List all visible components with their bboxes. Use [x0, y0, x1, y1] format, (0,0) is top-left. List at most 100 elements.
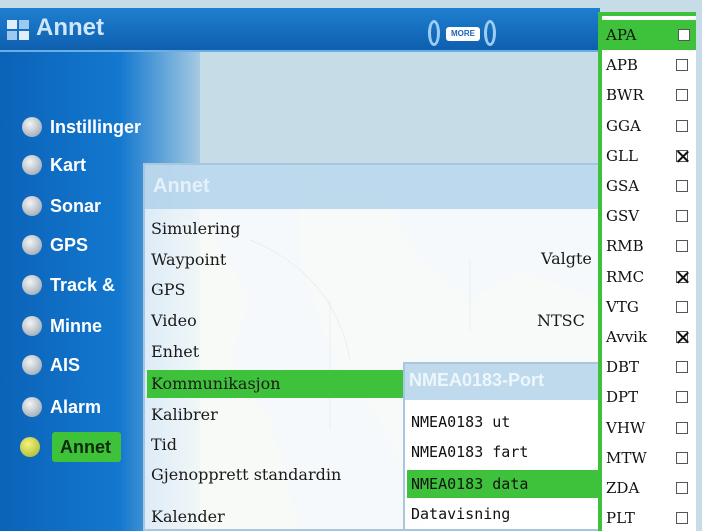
menu-item-label: AIS [50, 354, 81, 375]
sentence-item-apa[interactable]: APA [602, 20, 696, 50]
alarm-icon [22, 397, 42, 417]
settings-icon [22, 117, 42, 137]
port-item-nmea-data[interactable]: NMEA0183 data [407, 470, 601, 498]
submenu-item-kalibrer[interactable]: Kalibrer [151, 401, 218, 429]
sentence-checkbox[interactable] [676, 59, 688, 72]
sentence-checkbox[interactable] [676, 451, 688, 464]
submenu-item-waypoint[interactable]: Waypoint [151, 246, 226, 274]
sentence-checkbox[interactable] [676, 482, 688, 494]
submenu-item-gps[interactable]: GPS [151, 276, 186, 304]
sentence-label: ZDA [606, 479, 640, 497]
sentence-label: APB [606, 56, 638, 75]
nmea-sentence-list: APA APB BWR GGA GLL GSA GSV RMB RMC VTG Avvik DBT DP… [598, 12, 696, 531]
sentence-checkbox[interactable] [678, 29, 690, 41]
sentence-item-zda[interactable]: ZDA [606, 473, 694, 503]
sonar-icon [22, 196, 42, 216]
menu-item-annet[interactable]: Annet [20, 432, 121, 462]
menu-item-label: GPS [50, 234, 89, 255]
sentence-checkbox[interactable] [676, 210, 688, 223]
menu-item-alarm[interactable]: Alarm [22, 392, 101, 422]
sentence-item-mtw[interactable]: MTW [606, 443, 694, 473]
menu-item-ais[interactable]: AIS [22, 350, 80, 380]
menu-item-label: Annet [60, 436, 111, 457]
sentence-label: Avvik [606, 328, 648, 346]
sentence-checkbox[interactable] [676, 331, 688, 343]
submenu-item-kommunikasjon[interactable]: Kommunikasjon [147, 370, 405, 398]
sentence-checkbox[interactable] [676, 240, 688, 253]
port-item-nmea-fart[interactable]: NMEA0183 fart [411, 438, 528, 466]
sentence-checkbox[interactable] [676, 149, 688, 162]
sentence-item-gsa[interactable]: GSA [606, 171, 694, 201]
sentence-checkbox[interactable] [676, 270, 688, 283]
sentence-item-gga[interactable]: GGA [606, 111, 694, 141]
menu-item-label: Minne [50, 315, 102, 336]
sentence-label: GSA [606, 177, 640, 195]
menu-item-gps[interactable]: GPS [22, 230, 88, 260]
sentence-label: VHW [606, 418, 646, 437]
sentence-item-gsv[interactable]: GSV [606, 201, 694, 231]
ais-icon [22, 355, 42, 375]
sentence-label: DBT [606, 358, 640, 377]
sentence-label: APA [606, 26, 637, 44]
app-icon [7, 20, 29, 40]
sentence-checkbox[interactable] [676, 512, 688, 525]
submenu-item-enhet[interactable]: Enhet [151, 338, 199, 366]
menu-item-kart[interactable]: Kart [22, 150, 86, 180]
sentence-item-vtg[interactable]: VTG [606, 292, 694, 322]
more-label: MORE [446, 27, 480, 41]
sentence-label: DPT [606, 388, 639, 407]
sentence-label: VTG [606, 297, 639, 316]
more-button[interactable]: MORE [428, 18, 498, 48]
sentence-item-apb[interactable]: APB [606, 50, 694, 80]
menu-item-minne[interactable]: Minne [22, 311, 102, 341]
sentence-item-bwr[interactable]: BWR [606, 80, 694, 110]
sentence-checkbox[interactable] [676, 361, 688, 374]
track-icon [22, 275, 42, 295]
sentence-checkbox[interactable] [676, 119, 688, 132]
title-bar: Annet MORE [0, 8, 600, 52]
more-arc-right-icon [484, 20, 496, 46]
submenu-item-kalender[interactable]: Kalender [151, 503, 225, 531]
submenu-item-simulering[interactable]: Simulering [151, 215, 240, 243]
sentence-item-dbt[interactable]: DBT [606, 352, 694, 382]
sentence-label: RMC [606, 267, 645, 286]
sentence-checkbox[interactable] [676, 421, 688, 434]
sentence-item-avvik[interactable]: Avvik [606, 322, 694, 352]
menu-item-label: Kart [50, 154, 87, 175]
nmea0183-port-panel: NMEA0183-Port NMEA0183 ut NMEA0183 fart … [403, 362, 605, 531]
sentence-checkbox[interactable] [676, 300, 688, 313]
sentence-item-dpt[interactable]: DPT [606, 382, 694, 412]
sentence-label: MTW [606, 448, 647, 467]
menu-item-track[interactable]: Track & [22, 270, 115, 300]
waypoint-value: Valgte [541, 249, 592, 268]
sentence-item-gll[interactable]: GLL [606, 141, 694, 171]
menu-item-label: Sonar [50, 195, 102, 216]
other-icon [20, 437, 40, 457]
sentence-checkbox[interactable] [676, 89, 688, 102]
sentence-label: RMB [606, 237, 644, 256]
more-arc-left-icon [428, 20, 440, 46]
sentence-item-vhw[interactable]: VHW [606, 413, 694, 443]
submenu-header: Annet [145, 165, 601, 209]
port-panel-header: NMEA0183-Port [405, 364, 603, 400]
submenu-item-video[interactable]: Video [151, 307, 197, 335]
menu-item-sonar[interactable]: Sonar [22, 191, 101, 221]
menu-item-label: Alarm [50, 396, 102, 417]
menu-item-label: Instillinger [50, 116, 142, 137]
sentence-item-plt[interactable]: PLT [606, 503, 694, 531]
window-title: Annet [36, 14, 104, 41]
submenu-item-tid[interactable]: Tid [151, 431, 177, 459]
sentence-label: GGA [606, 116, 641, 135]
menu-item-instillinger[interactable]: Instillinger [22, 112, 141, 142]
sentence-item-rmc[interactable]: RMC [606, 262, 694, 292]
sentence-checkbox[interactable] [676, 180, 688, 192]
sentence-checkbox[interactable] [676, 391, 688, 404]
sentence-label: BWR [606, 86, 644, 105]
submenu-item-gjenopprett[interactable]: Gjenopprett standardin [151, 461, 341, 489]
port-item-datavisning[interactable]: Datavisning [411, 500, 510, 528]
chart-icon [22, 155, 42, 175]
port-panel-title: NMEA0183-Port [409, 370, 545, 390]
video-value: NTSC [537, 311, 585, 330]
port-item-nmea-ut[interactable]: NMEA0183 ut [411, 408, 510, 436]
sentence-item-rmb[interactable]: RMB [606, 231, 694, 261]
